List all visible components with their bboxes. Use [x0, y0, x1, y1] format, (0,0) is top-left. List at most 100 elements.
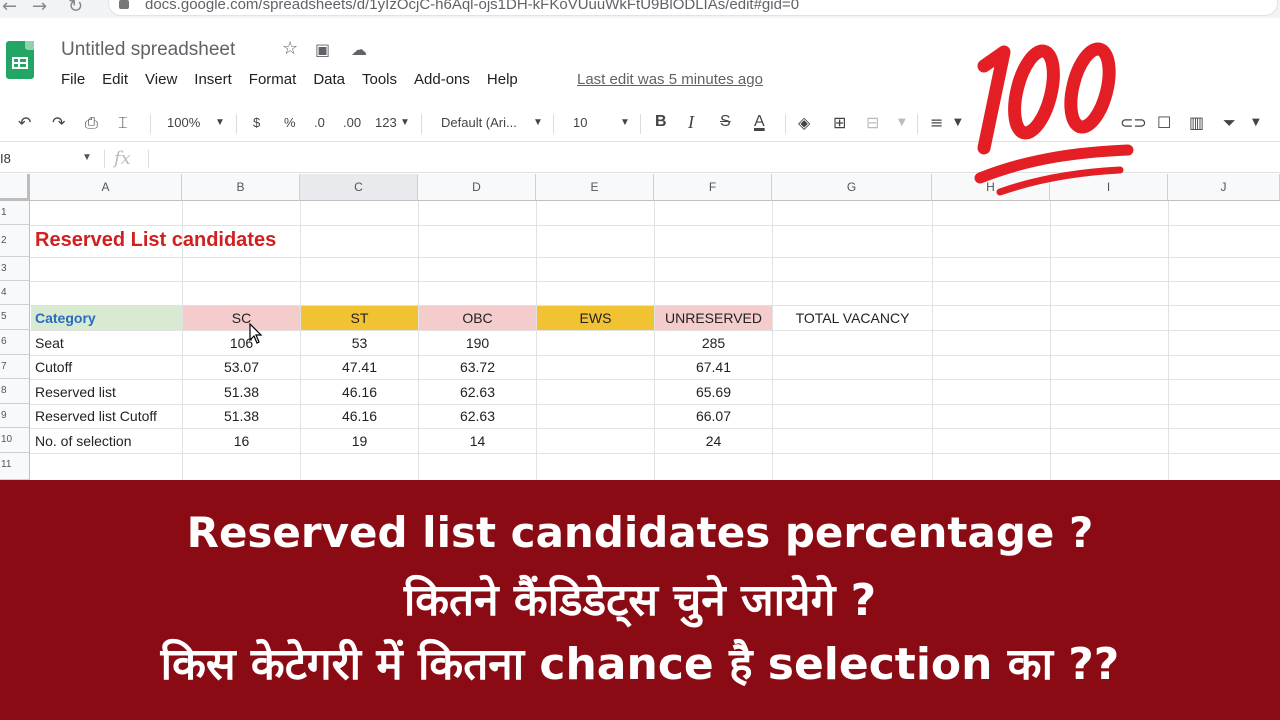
header-category[interactable]: Category — [35, 306, 96, 330]
text-color-button[interactable]: A — [754, 113, 765, 131]
merge-cells-icon[interactable]: ⊟ — [866, 113, 879, 132]
percent-button[interactable]: % — [284, 115, 296, 130]
header-sc[interactable]: SC — [183, 306, 300, 330]
menu-view[interactable]: View — [145, 71, 177, 91]
paint-format-icon[interactable]: ⌶ — [118, 113, 128, 133]
sheets-logo-icon[interactable] — [6, 41, 34, 79]
reload-icon[interactable]: ↻ — [68, 0, 83, 17]
chevron-down-icon[interactable]: ▼ — [400, 117, 410, 128]
url-field[interactable]: docs.google.com/spreadsheets/d/1yIzOcjC-… — [108, 0, 1278, 16]
menu-insert[interactable]: Insert — [194, 71, 232, 91]
row-header-5[interactable]: 5 — [0, 305, 30, 330]
chevron-down-icon[interactable]: ▼ — [533, 117, 543, 128]
row-header-1[interactable]: 1 — [0, 201, 30, 225]
header-total-vacancy[interactable]: TOTAL VACANCY — [773, 306, 932, 330]
cell-rlcutoff-ur[interactable]: 66.07 — [655, 404, 772, 428]
row-label-no-of-selection[interactable]: No. of selection — [35, 429, 132, 453]
chevron-down-icon[interactable]: ▼ — [1252, 117, 1260, 128]
last-edit-link[interactable]: Last edit was 5 minutes ago — [577, 71, 763, 88]
italic-button[interactable]: I — [688, 112, 694, 133]
chevron-down-icon[interactable]: ▼ — [954, 117, 962, 128]
menu-edit[interactable]: Edit — [102, 71, 128, 91]
cell-seat-st[interactable]: 53 — [301, 331, 418, 355]
column-header-j[interactable]: J — [1168, 174, 1280, 201]
row-header-3[interactable]: 3 — [0, 257, 30, 281]
redo-icon[interactable]: ↷ — [52, 113, 65, 132]
row-label-cutoff[interactable]: Cutoff — [35, 355, 72, 379]
row-header-11[interactable]: 11 — [0, 453, 30, 480]
header-obc[interactable]: OBC — [419, 306, 536, 330]
fill-color-icon[interactable]: ◈ — [798, 113, 810, 132]
borders-icon[interactable]: ⊞ — [833, 113, 846, 132]
cell-selection-ur[interactable]: 24 — [655, 429, 772, 453]
chevron-down-icon[interactable]: ▼ — [82, 152, 92, 163]
back-icon[interactable]: ← — [2, 0, 17, 17]
header-unreserved[interactable]: UNRESERVED — [655, 306, 772, 330]
more-formats-button[interactable]: 123 — [375, 115, 397, 130]
increase-decimal-button[interactable]: .00 — [343, 115, 361, 130]
column-header-f[interactable]: F — [654, 174, 772, 201]
menu-addons[interactable]: Add-ons — [414, 71, 470, 91]
name-box[interactable]: I8 — [0, 151, 11, 166]
strikethrough-button[interactable]: S — [720, 113, 731, 131]
column-header-b[interactable]: B — [182, 174, 300, 201]
row-header-6[interactable]: 6 — [0, 330, 30, 355]
insert-chart-icon[interactable]: ▥ — [1189, 113, 1204, 132]
cell-cutoff-st[interactable]: 47.41 — [301, 355, 418, 379]
chevron-down-icon[interactable]: ▼ — [620, 117, 630, 128]
select-all-corner[interactable] — [0, 174, 30, 201]
row-label-reserved-list[interactable]: Reserved list — [35, 380, 116, 404]
chevron-down-icon[interactable]: ▼ — [898, 117, 906, 128]
cell-reserved-obc[interactable]: 62.63 — [419, 380, 536, 404]
cell-selection-obc[interactable]: 14 — [419, 429, 536, 453]
menu-help[interactable]: Help — [487, 71, 518, 91]
menu-file[interactable]: File — [61, 71, 85, 91]
cell-cutoff-ur[interactable]: 67.41 — [655, 355, 772, 379]
row-header-2[interactable]: 2 — [0, 225, 30, 257]
undo-icon[interactable]: ↶ — [18, 113, 31, 132]
row-label-seat[interactable]: Seat — [35, 331, 64, 355]
font-select[interactable]: Default (Ari... — [441, 115, 517, 130]
zoom-select[interactable]: 100% — [167, 115, 200, 130]
cell-selection-st[interactable]: 19 — [301, 429, 418, 453]
cell-cutoff-sc[interactable]: 53.07 — [183, 355, 300, 379]
document-title[interactable]: Untitled spreadsheet — [61, 39, 235, 61]
cloud-status-icon[interactable]: ☁ — [351, 40, 367, 59]
menu-data[interactable]: Data — [313, 71, 345, 91]
cell-rlcutoff-obc[interactable]: 62.63 — [419, 404, 536, 428]
star-icon[interactable]: ☆ — [282, 38, 298, 59]
row-header-8[interactable]: 8 — [0, 379, 30, 404]
column-header-c[interactable]: C — [300, 174, 418, 201]
column-header-a[interactable]: A — [30, 174, 182, 201]
decrease-decimal-button[interactable]: .0 — [314, 115, 325, 130]
bold-button[interactable]: B — [655, 113, 667, 131]
cell-reserved-st[interactable]: 46.16 — [301, 380, 418, 404]
print-icon[interactable]: ⎙ — [85, 113, 98, 133]
column-header-e[interactable]: E — [536, 174, 654, 201]
forward-icon[interactable]: → — [32, 0, 47, 17]
row-header-4[interactable]: 4 — [0, 281, 30, 305]
cell-seat-obc[interactable]: 190 — [419, 331, 536, 355]
chevron-down-icon[interactable]: ▼ — [215, 117, 225, 128]
font-size-select[interactable]: 10 — [573, 115, 587, 130]
header-st[interactable]: ST — [301, 306, 418, 330]
cell-seat-sc[interactable]: 106 — [183, 331, 300, 355]
cell-cutoff-obc[interactable]: 63.72 — [419, 355, 536, 379]
column-header-g[interactable]: G — [772, 174, 932, 201]
move-folder-icon[interactable]: ▣ — [315, 40, 330, 59]
cell-rlcutoff-st[interactable]: 46.16 — [301, 404, 418, 428]
sheet-title-cell[interactable]: Reserved List candidates — [35, 229, 276, 252]
menu-tools[interactable]: Tools — [362, 71, 397, 91]
align-icon[interactable]: ≡ — [930, 113, 943, 132]
row-header-7[interactable]: 7 — [0, 355, 30, 379]
row-header-9[interactable]: 9 — [0, 404, 30, 428]
filter-icon[interactable]: ⏷ — [1223, 113, 1236, 133]
header-ews[interactable]: EWS — [537, 306, 654, 330]
cell-rlcutoff-sc[interactable]: 51.38 — [183, 404, 300, 428]
row-header-10[interactable]: 10 — [0, 428, 30, 453]
cell-seat-ur[interactable]: 285 — [655, 331, 772, 355]
menu-format[interactable]: Format — [249, 71, 297, 91]
insert-comment-icon[interactable]: ☐ — [1157, 113, 1171, 132]
row-label-reserved-list-cutoff[interactable]: Reserved list Cutoff — [35, 404, 157, 428]
cell-reserved-ur[interactable]: 65.69 — [655, 380, 772, 404]
